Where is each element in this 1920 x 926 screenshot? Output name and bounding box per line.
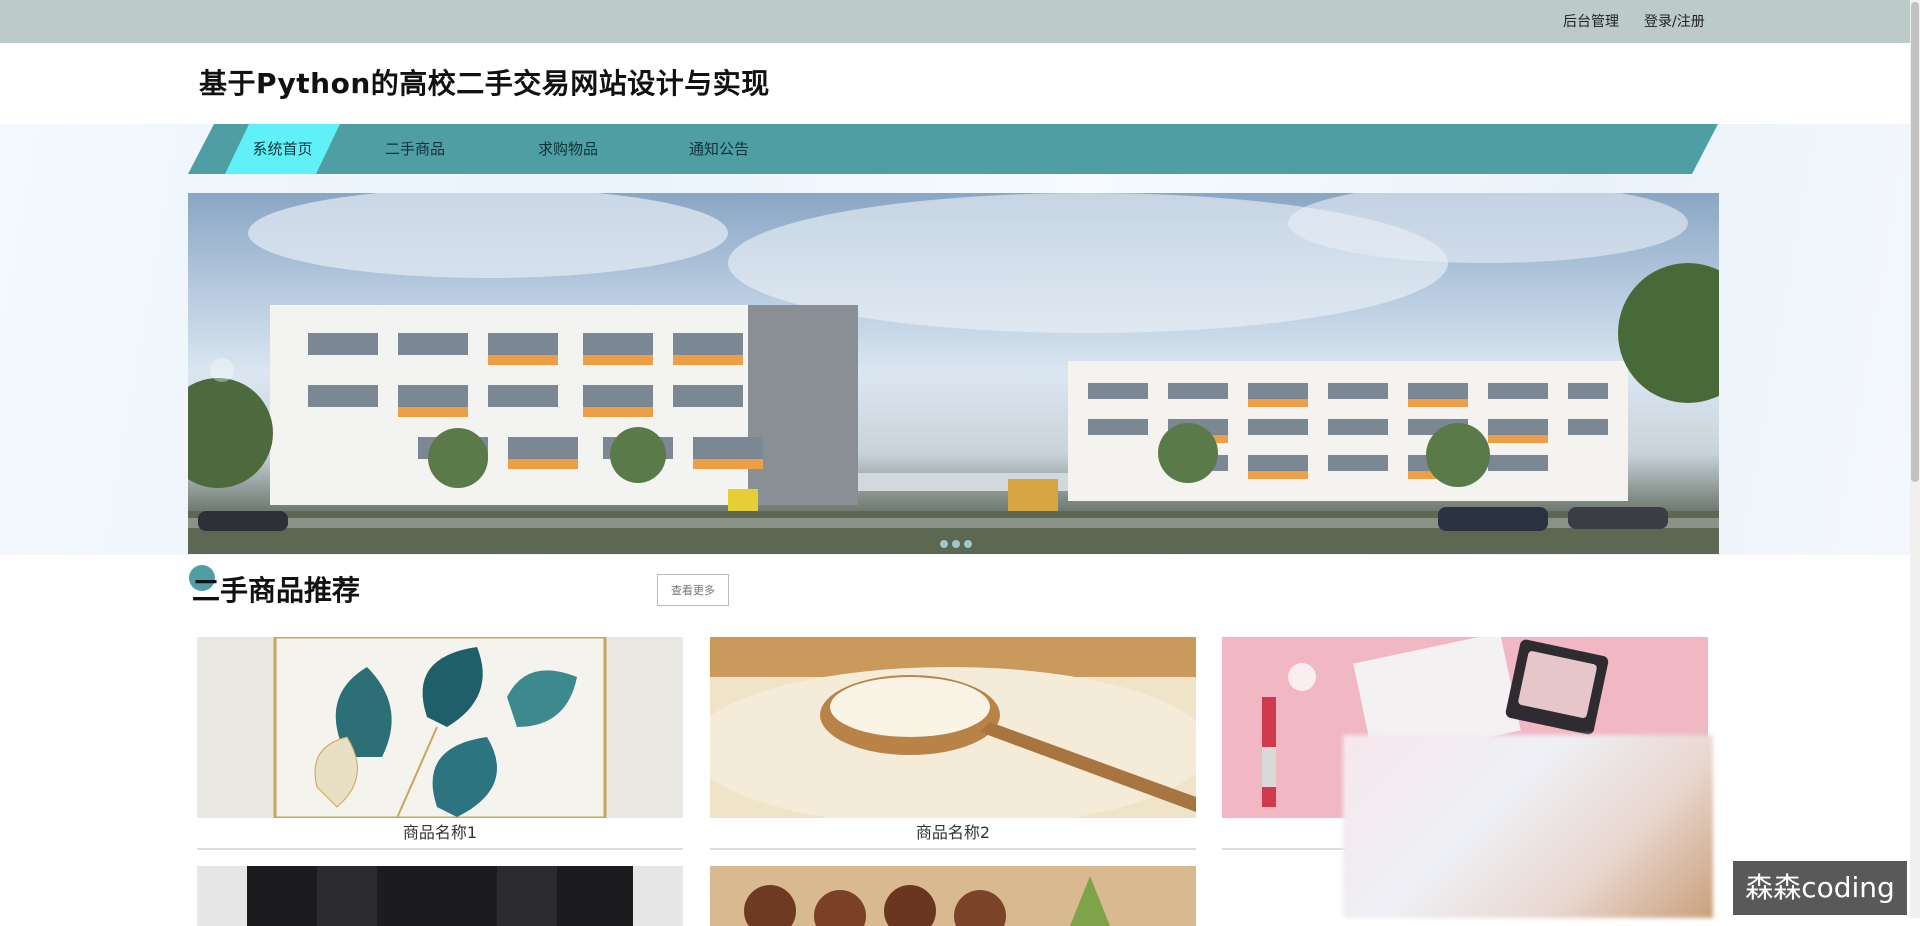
carousel-indicators (940, 540, 972, 548)
chestnuts-image (710, 866, 1196, 926)
product-card[interactable]: 商品名称1 (197, 637, 683, 850)
watermark: 森森coding (1733, 861, 1907, 915)
carousel-prev-icon[interactable] (210, 358, 234, 382)
view-more-button[interactable]: 查看更多 (657, 574, 729, 606)
carousel-dot[interactable] (952, 540, 960, 548)
nav-item-wanted-items[interactable]: 求购物品 (523, 124, 613, 174)
nav-item-notices[interactable]: 通知公告 (674, 124, 764, 174)
product-card[interactable] (197, 866, 683, 926)
site-title: 基于Python的高校二手交易网站设计与实现 (199, 67, 770, 100)
section-title: 二手商品推荐 (192, 574, 361, 607)
admin-link[interactable]: 后台管理 (1563, 11, 1619, 31)
banner-carousel[interactable] (188, 193, 1719, 554)
product-card[interactable]: 商品名称2 (710, 637, 1196, 850)
product-name: 商品名称1 (197, 818, 683, 850)
nav-item-secondhand-goods[interactable]: 二手商品 (370, 124, 460, 174)
carousel-dot[interactable] (964, 540, 972, 548)
page-scrollbar[interactable] (1910, 0, 1920, 918)
product-card[interactable] (710, 866, 1196, 926)
top-bar: 后台管理 登录/注册 (0, 0, 1920, 43)
product-name: 商品名称2 (710, 818, 1196, 850)
carousel-dot[interactable] (940, 540, 948, 548)
blurred-popup (1343, 735, 1713, 918)
campus-building-image (188, 193, 1719, 554)
ginkgo-leaf-art-image (197, 637, 683, 818)
login-register-link[interactable]: 登录/注册 (1644, 11, 1705, 31)
black-jacket-image (197, 866, 683, 926)
rice-spoon-image (710, 637, 1196, 818)
scrollbar-thumb[interactable] (1911, 2, 1919, 482)
